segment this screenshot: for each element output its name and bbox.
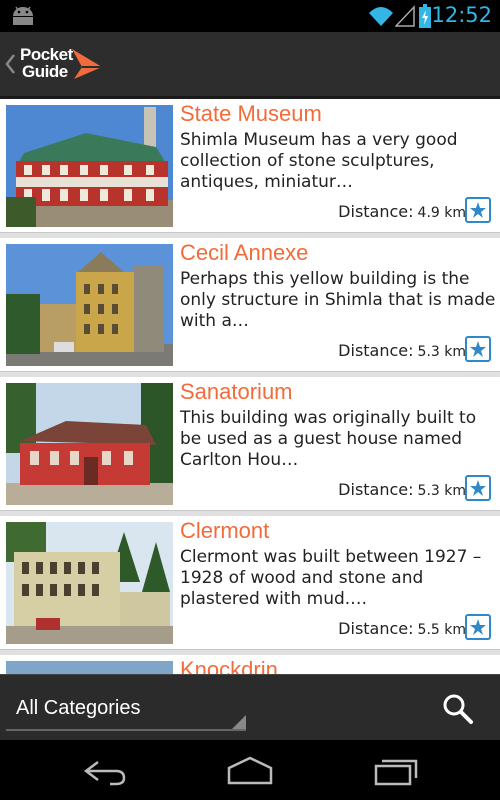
place-title[interactable]: State Museum <box>180 101 322 127</box>
place-thumbnail <box>6 244 173 366</box>
distance-label: Distance: <box>338 341 414 360</box>
favorite-star-icon[interactable] <box>465 614 491 640</box>
list-item[interactable]: State Museum Shimla Museum has a very go… <box>0 99 500 233</box>
system-nav-bar <box>0 740 500 800</box>
place-thumbnail <box>6 661 173 674</box>
status-time: 12:52 <box>431 3 492 27</box>
list-item[interactable]: Knockdrin <box>0 655 500 674</box>
distance-value: 4.9 km <box>417 205 466 221</box>
place-description: Shimla Museum has a very good collection… <box>180 130 458 192</box>
search-icon[interactable] <box>438 689 478 729</box>
distance-label: Distance: <box>338 202 414 221</box>
distance-value: 5.3 km <box>417 344 466 360</box>
place-distance: Distance: 4.9 km <box>318 202 466 221</box>
back-icon[interactable] <box>80 756 130 786</box>
place-distance: Distance: 5.5 km <box>318 619 466 638</box>
recent-apps-icon[interactable] <box>370 756 420 786</box>
battery-icon <box>419 4 431 28</box>
place-title[interactable]: Sanatorium <box>180 379 293 405</box>
place-title[interactable]: Knockdrin <box>180 657 278 674</box>
place-description: This building was originally built to be… <box>180 408 477 470</box>
place-thumbnail <box>6 105 173 227</box>
logo-text-line2: Guide <box>22 62 68 81</box>
status-bar: 12:52 <box>0 0 500 32</box>
list-item[interactable]: Cecil Annexe Perhaps this yellow buildin… <box>0 238 500 372</box>
signal-icon <box>395 5 415 27</box>
distance-label: Distance: <box>338 480 414 499</box>
favorite-star-icon[interactable] <box>465 336 491 362</box>
place-thumbnail <box>6 522 173 644</box>
favorite-star-icon[interactable] <box>465 197 491 223</box>
place-title[interactable]: Cecil Annexe <box>180 240 308 266</box>
android-icon <box>13 6 33 25</box>
list-item[interactable]: Clermont Clermont was built between 1927… <box>0 516 500 650</box>
favorite-star-icon[interactable] <box>465 475 491 501</box>
action-bar: Pocket Guide <box>0 32 500 99</box>
place-title[interactable]: Clermont <box>180 518 269 544</box>
home-icon[interactable] <box>225 756 275 786</box>
dropdown-arrow-icon <box>232 715 246 729</box>
place-description: Perhaps this yellow building is the only… <box>180 269 496 331</box>
place-distance: Distance: 5.3 km <box>318 480 466 499</box>
category-dropdown[interactable]: All Categories <box>6 695 246 731</box>
wifi-icon <box>369 7 393 26</box>
app-logo[interactable]: Pocket Guide <box>20 44 104 84</box>
distance-value: 5.3 km <box>417 483 466 499</box>
list-item[interactable]: Sanatorium This building was originally … <box>0 377 500 511</box>
place-distance: Distance: 5.3 km <box>318 341 466 360</box>
category-selected-label: All Categories <box>16 697 141 719</box>
bottom-bar: All Categories <box>0 674 500 741</box>
logo-arrow-icon <box>72 49 102 79</box>
distance-label: Distance: <box>338 619 414 638</box>
chevron-left-icon[interactable] <box>4 52 16 76</box>
place-description: Clermont was built between 1927 – 1928 o… <box>180 547 482 609</box>
distance-value: 5.5 km <box>417 622 466 638</box>
places-list[interactable]: State Museum Shimla Museum has a very go… <box>0 99 500 674</box>
place-thumbnail <box>6 383 173 505</box>
